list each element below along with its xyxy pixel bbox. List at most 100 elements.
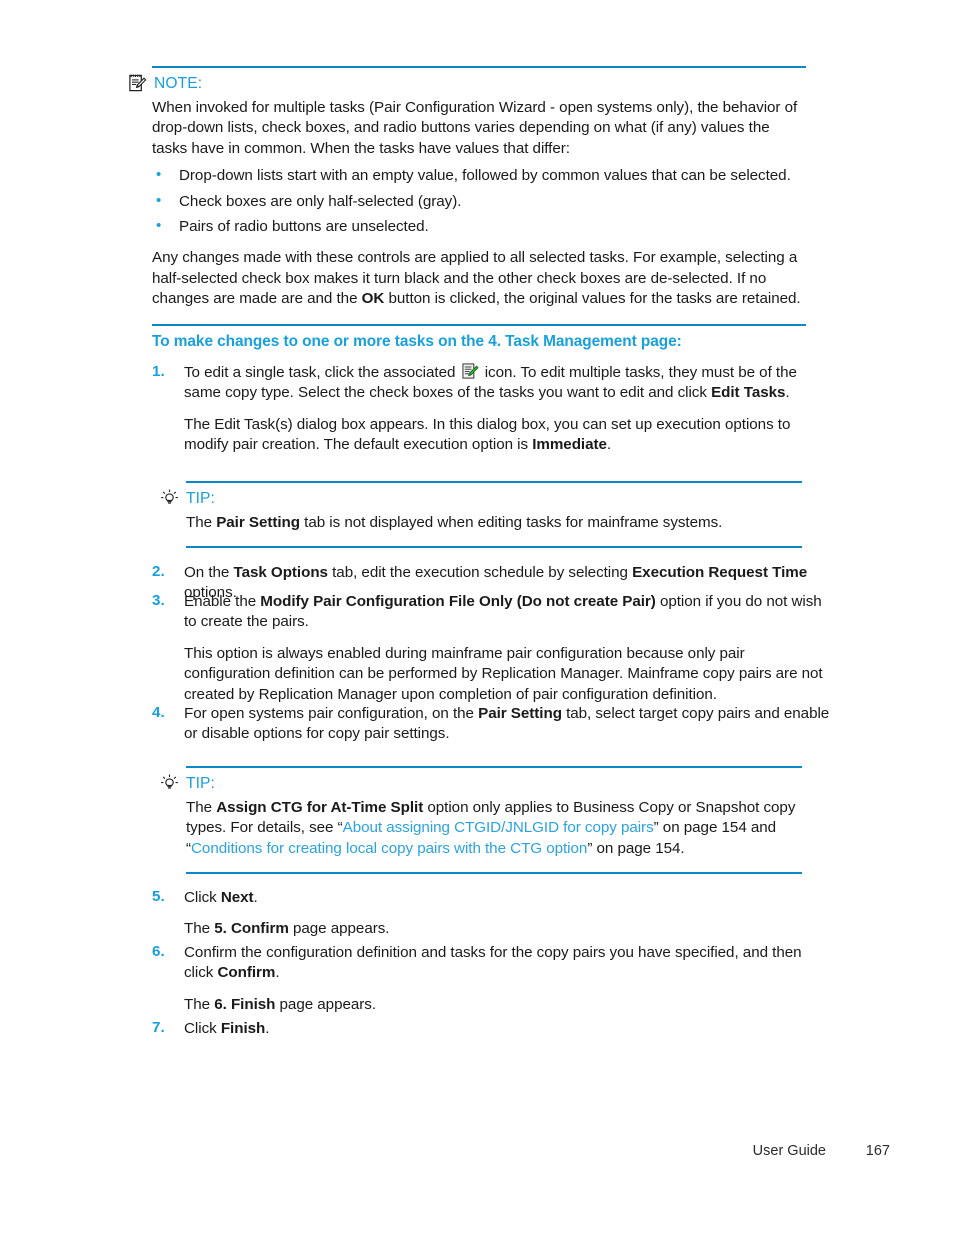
ok-button-reference: OK — [361, 290, 385, 308]
step-5-paragraph-2: The 5. Confirm page appears. — [184, 919, 832, 939]
step-2-lead: On the — [184, 564, 234, 581]
step-6-p2-tail: page appears. — [275, 995, 377, 1013]
tip-admonition-2: TIP: The Assign CTG for At-Time Split op… — [161, 766, 802, 875]
edit-tasks-button-reference: Edit Tasks — [711, 384, 786, 402]
tip-admonition-1: TIP: The Pair Setting tab is not display… — [161, 481, 802, 549]
step-number: 3. — [152, 592, 165, 609]
pair-setting-tab-reference: Pair Setting — [478, 705, 562, 722]
step-number: 6. — [152, 943, 165, 960]
note-label: NOTE: — [154, 74, 203, 92]
pair-setting-tab-reference: Pair Setting — [216, 514, 300, 531]
next-button-reference: Next — [220, 889, 254, 906]
bullet-text: Drop-down lists start with an empty valu… — [179, 167, 791, 185]
execution-request-time-reference: Execution Request Time — [632, 564, 808, 581]
step-6: 6. Confirm the configuration definition … — [152, 943, 852, 1015]
page-footer: User Guide 167 — [0, 1143, 954, 1165]
note-header: NOTE: — [128, 74, 806, 93]
step-5-p2-lead: The — [184, 920, 215, 938]
step-3-lead: Enable the — [184, 593, 261, 610]
xref-link-about-assigning-ctgid[interactable]: About assigning CTGID/JNLGID for copy pa… — [343, 819, 654, 836]
note-body: When invoked for multiple tasks (Pair Co… — [152, 98, 806, 310]
step-1-paragraph-1: To edit a single task, click the associa… — [184, 363, 832, 404]
step-3: 3. Enable the Modify Pair Configuration … — [152, 592, 852, 705]
tip-1-label: TIP: — [186, 489, 215, 507]
tip-1-header: TIP: — [160, 489, 802, 508]
list-item: Pairs of radio buttons are unselected. — [152, 216, 806, 237]
lightbulb-icon — [161, 774, 178, 789]
tip-1-paragraph: The Pair Setting tab is not displayed wh… — [186, 513, 802, 533]
step-content: Click Finish. — [184, 1019, 832, 1039]
step-content: Confirm the configuration definition and… — [184, 943, 832, 1015]
tip-1-body: The Pair Setting tab is not displayed wh… — [186, 513, 802, 533]
note-admonition: NOTE: When invoked for multiple tasks (P… — [129, 66, 806, 326]
footer-page-number: 167 — [865, 1143, 890, 1159]
lightbulb-icon — [161, 489, 178, 504]
note-bullet-list: Drop-down lists start with an empty valu… — [152, 165, 806, 237]
tip-2-label: TIP: — [186, 774, 215, 792]
tip-2-paragraph: The Assign CTG for At-Time Split option … — [186, 798, 802, 859]
list-item: Drop-down lists start with an empty valu… — [152, 165, 806, 186]
step-5-p2-tail: page appears. — [288, 920, 390, 938]
tip-1-top-rule — [186, 481, 802, 483]
tip-2-bottom-rule — [186, 872, 802, 875]
step-5-tail: . — [253, 889, 258, 906]
step-1-paragraph-2: The Edit Task(s) dialog box appears. In … — [184, 415, 832, 456]
confirm-button-reference: Confirm — [217, 964, 276, 982]
step-5: 5. Click Next. The 5. Confirm page appea… — [152, 888, 852, 940]
step-6-paragraph-2: The 6. Finish page appears. — [184, 995, 832, 1015]
step-number: 5. — [152, 888, 165, 905]
step-number: 1. — [152, 363, 165, 380]
footer-guide-label: User Guide — [752, 1143, 826, 1159]
finish-page-reference: 6. Finish — [214, 995, 276, 1013]
step-4-paragraph-1: For open systems pair configuration, on … — [184, 704, 832, 745]
step-6-tail: . — [275, 964, 280, 982]
note-top-rule — [152, 66, 806, 68]
step-1-text-lead: To edit a single task, click the associa… — [184, 364, 460, 381]
task-options-tab-reference: Task Options — [233, 564, 328, 581]
tip-1-tail: tab is not displayed when editing tasks … — [300, 514, 723, 531]
tip-1-bottom-rule — [186, 546, 802, 549]
tip-2-body: The Assign CTG for At-Time Split option … — [186, 798, 802, 859]
note-paragraph-1: When invoked for multiple tasks (Pair Co… — [152, 99, 798, 157]
bullet-text: Pairs of radio buttons are unselected. — [179, 218, 429, 236]
step-content: Click Next. The 5. Confirm page appears. — [184, 888, 832, 940]
tip-2-top-rule — [186, 766, 802, 768]
tip-2-lead: The — [186, 799, 217, 816]
step-7-lead: Click — [184, 1020, 221, 1037]
step-content: Enable the Modify Pair Configuration Fil… — [184, 592, 832, 705]
step-6-paragraph-1: Confirm the configuration definition and… — [184, 943, 832, 984]
document-page: NOTE: When invoked for multiple tasks (P… — [0, 0, 954, 1235]
step-7-paragraph-1: Click Finish. — [184, 1019, 832, 1039]
tip-2-tail: ” on page 154. — [587, 839, 685, 857]
step-1-text-tail: . — [785, 384, 790, 402]
step-number: 2. — [152, 563, 165, 580]
step-3-paragraph-1: Enable the Modify Pair Configuration Fil… — [184, 592, 832, 633]
tip-1-lead: The — [186, 514, 217, 531]
step-number: 4. — [152, 704, 165, 721]
step-4: 4. For open systems pair configuration, … — [152, 704, 852, 745]
step-content: To edit a single task, click the associa… — [184, 363, 832, 456]
step-1-p2-tail: . — [606, 436, 612, 454]
note-paragraph-2-tail: button is clicked, the original values f… — [384, 290, 801, 308]
note-bottom-rule — [152, 323, 806, 326]
step-6-p2-lead: The — [184, 995, 215, 1013]
tip-2-header: TIP: — [160, 774, 802, 793]
step-1: 1. To edit a single task, click the asso… — [152, 363, 852, 456]
step-number: 7. — [152, 1019, 165, 1036]
step-2-mid: tab, edit the execution schedule by sele… — [327, 564, 633, 581]
step-5-paragraph-1: Click Next. — [184, 888, 832, 908]
step-4-lead: For open systems pair configuration, on … — [184, 705, 479, 722]
edit-task-icon[interactable] — [461, 363, 479, 380]
page-title: To make changes to one or more tasks on … — [152, 333, 682, 350]
step-3-paragraph-2: This option is always enabled during mai… — [184, 644, 823, 703]
step-7-tail: . — [265, 1020, 270, 1037]
xref-link-conditions-local-copy-pairs[interactable]: Conditions for creating local copy pairs… — [191, 840, 587, 857]
confirm-page-reference: 5. Confirm — [214, 920, 289, 938]
note-paragraph-2: Any changes made with these controls are… — [152, 248, 806, 309]
modify-pair-config-option-reference: Modify Pair Configuration File Only (Do … — [260, 593, 656, 610]
assign-ctg-option-reference: Assign CTG for At-Time Split — [216, 799, 424, 816]
step-7: 7. Click Finish. — [152, 1019, 852, 1039]
step-content: For open systems pair configuration, on … — [184, 704, 832, 745]
step-5-lead: Click — [184, 889, 221, 906]
list-item: Check boxes are only half-selected (gray… — [152, 191, 806, 212]
